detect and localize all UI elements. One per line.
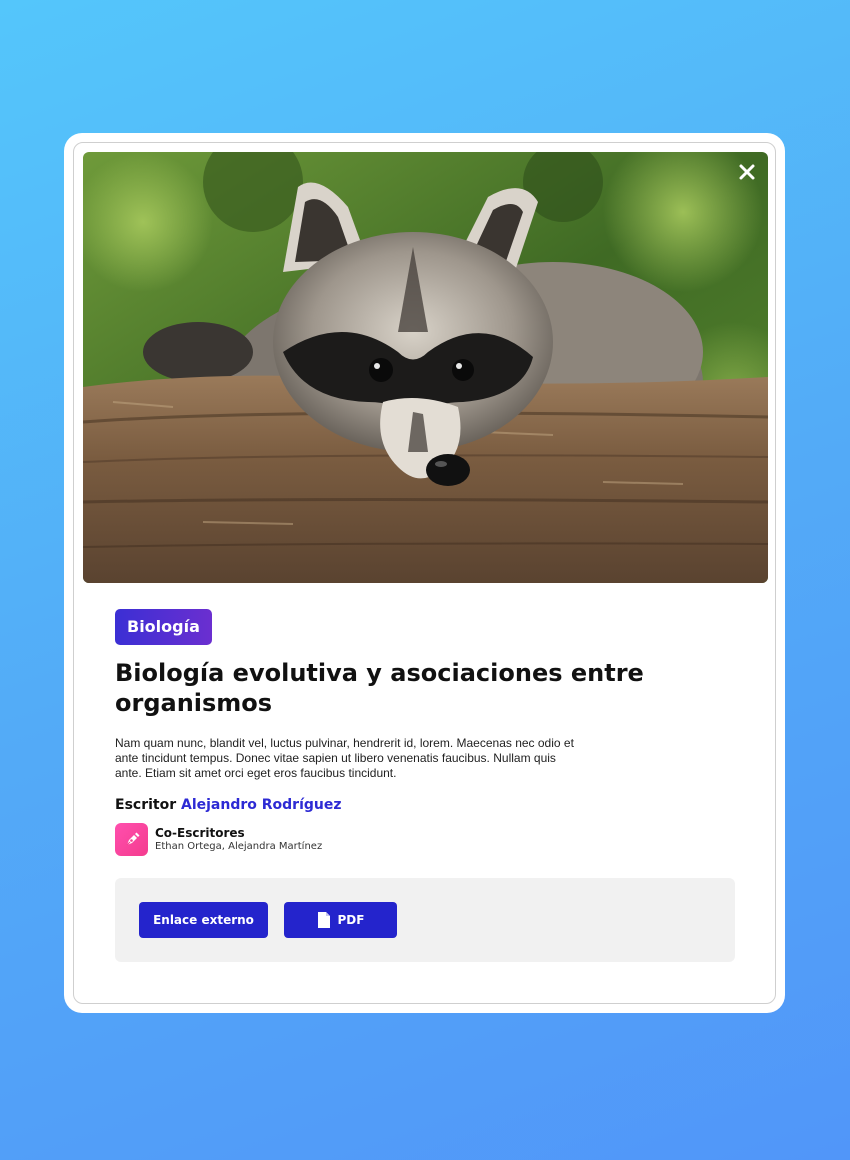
category-tag[interactable]: Biología [115, 609, 212, 645]
actions-panel: Enlace externo PDF [115, 878, 735, 962]
writer-label: Escritor [115, 797, 177, 813]
article-description: Nam quam nunc, blandit vel, luctus pulvi… [115, 736, 574, 780]
pdf-label: PDF [337, 913, 365, 927]
hero-image [83, 152, 768, 583]
article-title: Biología evolutiva y asociaciones entre … [115, 659, 644, 717]
article-card: Biología Biología evolutiva y asociacion… [73, 142, 776, 1004]
article-content: Biología Biología evolutiva y asociacion… [115, 609, 735, 856]
pen-icon [115, 823, 148, 856]
file-icon [317, 911, 331, 929]
writer-name[interactable]: Alejandro Rodríguez [181, 797, 342, 813]
pdf-button[interactable]: PDF [284, 902, 397, 938]
external-link-button[interactable]: Enlace externo [139, 902, 268, 938]
co-writers: Co-Escritores Ethan Ortega, Alejandra Ma… [115, 823, 735, 856]
co-writers-label: Co-Escritores [155, 826, 245, 840]
writer-line: Escritor Alejandro Rodríguez [115, 797, 735, 813]
modal-frame: Biología Biología evolutiva y asociacion… [64, 133, 785, 1013]
close-button[interactable] [736, 161, 758, 183]
co-writers-text: Co-Escritores Ethan Ortega, Alejandra Ma… [155, 826, 322, 853]
close-icon [739, 164, 755, 180]
co-writers-names: Ethan Ortega, Alejandra Martínez [155, 841, 323, 852]
